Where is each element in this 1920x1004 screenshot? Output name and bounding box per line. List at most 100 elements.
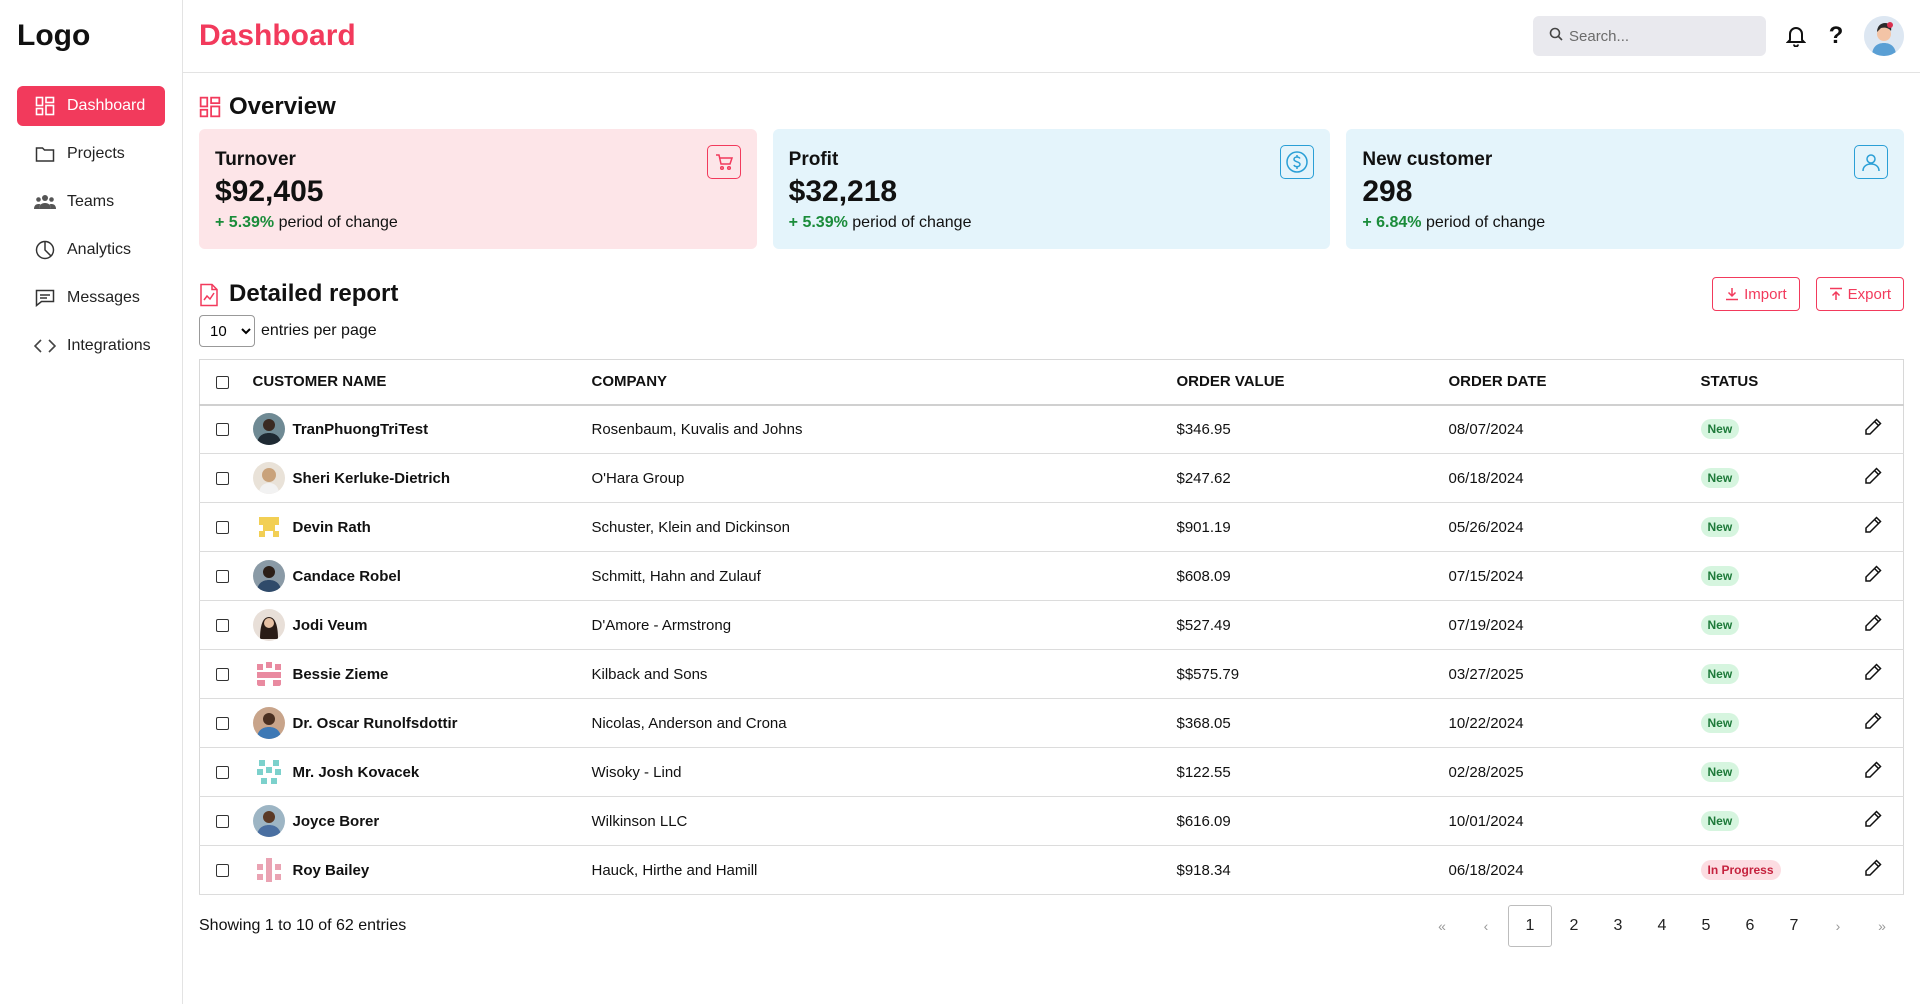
row-select-cell [199, 404, 253, 454]
edit-pencil-icon[interactable] [1864, 663, 1882, 685]
bell-icon[interactable] [1784, 24, 1808, 48]
row-checkbox[interactable] [216, 717, 229, 731]
card-new-customer: New customer 298 + 6.84% period of chang… [1346, 129, 1905, 249]
status-cell: New [1700, 502, 1844, 552]
edit-pencil-icon[interactable] [1864, 614, 1882, 636]
row-select-cell [199, 551, 253, 601]
edit-cell [1843, 747, 1904, 797]
select-all-checkbox[interactable] [216, 375, 229, 389]
message-icon [34, 287, 56, 309]
edit-pencil-icon[interactable] [1864, 467, 1882, 489]
first-page-button[interactable]: « [1420, 905, 1464, 947]
card-change-pct: + 5.39% [215, 214, 275, 231]
help-icon[interactable]: ? [1824, 22, 1848, 49]
column-header-actions [1843, 359, 1904, 406]
sidebar-item-teams[interactable]: Teams [17, 182, 165, 222]
page-1-button[interactable]: 1 [1508, 905, 1552, 947]
edit-cell [1843, 698, 1904, 748]
table-row[interactable]: TranPhuongTriTest Rosenbaum, Kuvalis and … [199, 404, 1904, 454]
order-value-cell: $$575.79 [1176, 649, 1449, 699]
row-checkbox[interactable] [216, 472, 229, 486]
table-row[interactable]: Bessie Zieme Kilback and Sons $$575.79 03/2… [199, 649, 1904, 699]
row-select-cell [199, 600, 253, 650]
import-button[interactable]: Import [1712, 277, 1800, 311]
page-7-button[interactable]: 7 [1772, 905, 1816, 947]
table-row[interactable]: Mr. Josh Kovacek Wisoky - Lind $122.55 02/2… [199, 747, 1904, 797]
page-2-button[interactable]: 2 [1552, 905, 1596, 947]
export-label: Export [1847, 285, 1891, 303]
status-cell: New [1700, 796, 1844, 846]
company-cell: Kilback and Sons [591, 649, 1177, 699]
edit-pencil-icon[interactable] [1864, 712, 1882, 734]
row-checkbox[interactable] [216, 570, 229, 584]
select-all-cell [199, 359, 253, 406]
column-header-customer[interactable]: CUSTOMER NAME [252, 359, 592, 406]
column-header-status[interactable]: STATUS [1700, 359, 1844, 406]
company-cell: Rosenbaum, Kuvalis and Johns [591, 404, 1177, 454]
column-header-company[interactable]: COMPANY [591, 359, 1177, 406]
column-header-order-value[interactable]: ORDER VALUE [1176, 359, 1449, 406]
customer-name-cell: Roy Bailey [252, 845, 592, 895]
customer-name-cell: Joyce Borer [252, 796, 592, 846]
page-3-button[interactable]: 3 [1596, 905, 1640, 947]
entries-per-page-select[interactable]: 10 [199, 315, 255, 347]
status-badge: New [1700, 517, 1740, 537]
search-icon [1549, 27, 1563, 46]
table-row[interactable]: Jodi Veum D'Amore - Armstrong $527.49 07/19… [199, 600, 1904, 650]
row-checkbox[interactable] [216, 521, 229, 535]
avatar[interactable] [1864, 16, 1904, 56]
table-row[interactable]: Devin Rath Schuster, Klein and Dickinson $… [199, 502, 1904, 552]
table-row[interactable]: Joyce Borer Wilkinson LLC $616.09 10/01/202… [199, 796, 1904, 846]
company-cell: Nicolas, Anderson and Crona [591, 698, 1177, 748]
upload-icon [1829, 287, 1842, 300]
search-input[interactable] [1569, 27, 1749, 45]
edit-pencil-icon[interactable] [1864, 810, 1882, 832]
order-date-cell: 10/22/2024 [1448, 698, 1701, 748]
edit-pencil-icon[interactable] [1864, 859, 1882, 881]
table-row[interactable]: Candace Robel Schmitt, Hahn and Zulauf $60… [199, 551, 1904, 601]
sidebar-item-projects[interactable]: Projects [17, 134, 165, 174]
edit-pencil-icon[interactable] [1864, 418, 1882, 440]
row-checkbox[interactable] [216, 619, 229, 633]
page-4-button[interactable]: 4 [1640, 905, 1684, 947]
report-chart-icon [199, 283, 221, 307]
entries-control: 10 entries per page [199, 315, 1904, 347]
edit-pencil-icon[interactable] [1864, 516, 1882, 538]
entries-label: entries per page [261, 322, 377, 339]
order-value-cell: $527.49 [1176, 600, 1449, 650]
export-button[interactable]: Export [1815, 277, 1904, 311]
code-icon [34, 335, 56, 357]
page-6-button[interactable]: 6 [1728, 905, 1772, 947]
customer-name: Sheri Kerluke-Dietrich [292, 469, 451, 487]
row-checkbox[interactable] [216, 864, 229, 878]
edit-cell [1843, 649, 1904, 699]
sidebar-item-integrations[interactable]: Integrations [17, 326, 165, 366]
order-date-cell: 07/19/2024 [1448, 600, 1701, 650]
edit-pencil-icon[interactable] [1864, 565, 1882, 587]
logo[interactable]: Logo [0, 18, 182, 54]
edit-pencil-icon[interactable] [1864, 761, 1882, 783]
customer-name-cell: Sheri Kerluke-Dietrich [252, 453, 592, 503]
row-checkbox[interactable] [216, 766, 229, 780]
row-checkbox[interactable] [216, 668, 229, 682]
page-5-button[interactable]: 5 [1684, 905, 1728, 947]
status-badge: New [1700, 566, 1740, 586]
table-row[interactable]: Roy Bailey Hauck, Hirthe and Hamill $918.3… [199, 845, 1904, 895]
column-header-order-date[interactable]: ORDER DATE [1448, 359, 1701, 406]
sidebar-item-messages[interactable]: Messages [17, 278, 165, 318]
table-row[interactable]: Dr. Oscar Runolfsdottir Nicolas, Anderson… [199, 698, 1904, 748]
row-checkbox[interactable] [216, 815, 229, 829]
row-checkbox[interactable] [216, 423, 229, 437]
prev-page-button[interactable]: ‹ [1464, 905, 1508, 947]
sidebar-item-dashboard[interactable]: Dashboard [17, 86, 165, 126]
last-page-button[interactable]: » [1860, 905, 1904, 947]
status-badge: New [1700, 419, 1740, 440]
page-title: Dashboard [199, 19, 356, 52]
customer-name: Candace Robel [292, 567, 401, 585]
customer-avatar [252, 756, 285, 788]
status-cell: New [1700, 649, 1844, 699]
sidebar-item-analytics[interactable]: Analytics [17, 230, 165, 270]
next-page-button[interactable]: › [1816, 905, 1860, 947]
search-box[interactable] [1533, 16, 1766, 56]
table-row[interactable]: Sheri Kerluke-Dietrich O'Hara Group $247.6… [199, 453, 1904, 503]
